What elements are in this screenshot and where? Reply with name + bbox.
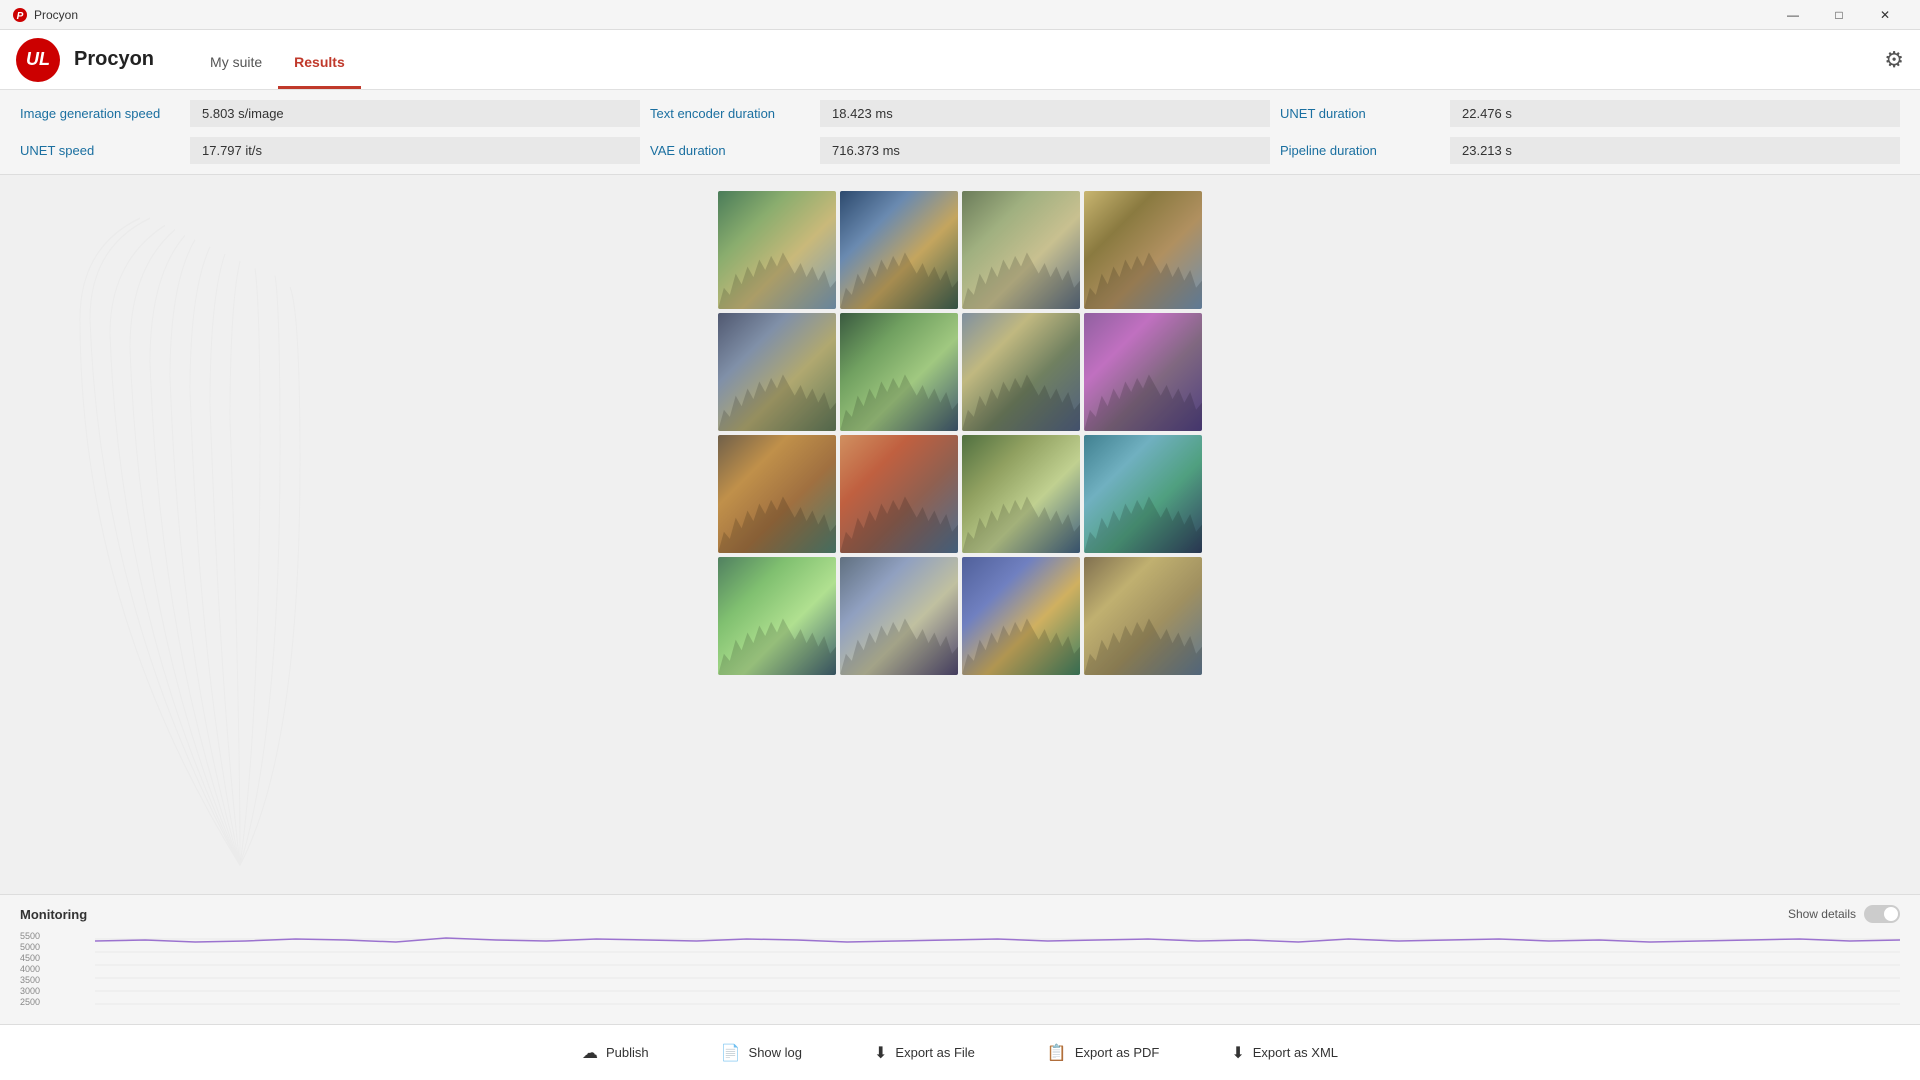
image-cell-5[interactable] xyxy=(718,313,836,431)
app-logo: UL xyxy=(16,38,60,82)
stats-bar: Image generation speed 5.803 s/image Tex… xyxy=(0,90,1920,175)
show-details-label: Show details xyxy=(1788,907,1856,921)
settings-icon[interactable]: ⚙ xyxy=(1884,47,1904,73)
bottom-bar: ☁ Publish 📄 Show log ⬇ Export as File 📋 … xyxy=(0,1024,1920,1080)
window-controls: — □ ✕ xyxy=(1770,0,1908,30)
show-log-button[interactable]: 📄 Show log xyxy=(705,1035,818,1071)
stat-label-image-gen: Image generation speed xyxy=(20,106,180,121)
show-details-control[interactable]: Show details xyxy=(1788,905,1900,923)
stat-unet-speed: UNET speed 17.797 it/s xyxy=(20,137,640,164)
image-cell-6[interactable] xyxy=(840,313,958,431)
monitoring-title: Monitoring xyxy=(20,907,87,922)
export-pdf-icon: 📋 xyxy=(1047,1043,1067,1063)
window-title: Procyon xyxy=(34,8,78,22)
chart-svg-container xyxy=(95,929,1900,1009)
stat-label-unet-speed: UNET speed xyxy=(20,143,180,158)
stat-pipeline-duration: Pipeline duration 23.213 s xyxy=(1280,137,1900,164)
image-cell-4[interactable] xyxy=(1084,191,1202,309)
maximize-button[interactable]: □ xyxy=(1816,0,1862,30)
stat-label-text-encoder: Text encoder duration xyxy=(650,106,810,121)
stat-value-text-encoder: 18.423 ms xyxy=(820,100,1270,127)
chart-area: 5500 5000 4500 4000 3500 3000 2500 xyxy=(20,929,1900,1009)
stat-value-image-gen: 5.803 s/image xyxy=(190,100,640,127)
title-bar: P Procyon — □ ✕ xyxy=(0,0,1920,30)
image-cell-16[interactable] xyxy=(1084,557,1202,675)
tab-results[interactable]: Results xyxy=(278,30,361,89)
stat-image-gen-speed: Image generation speed 5.803 s/image xyxy=(20,100,640,127)
y-label-2: 5000 xyxy=(20,942,90,952)
export-file-button[interactable]: ⬇ Export as File xyxy=(858,1035,991,1071)
stat-text-encoder: Text encoder duration 18.423 ms xyxy=(650,100,1270,127)
y-label-5: 3500 xyxy=(20,975,90,985)
monitoring-section: Monitoring Show details 5500 5000 4500 4… xyxy=(0,894,1920,1024)
y-label-7: 2500 xyxy=(20,997,90,1007)
main-content xyxy=(0,175,1920,894)
stat-vae-duration: VAE duration 716.373 ms xyxy=(650,137,1270,164)
app-bar: UL Procyon My suite Results ⚙ xyxy=(0,30,1920,90)
export-pdf-label: Export as PDF xyxy=(1075,1045,1160,1060)
image-cell-8[interactable] xyxy=(1084,313,1202,431)
export-xml-button[interactable]: ⬇ Export as XML xyxy=(1215,1035,1354,1071)
publish-label: Publish xyxy=(606,1045,649,1060)
show-log-label: Show log xyxy=(749,1045,802,1060)
svg-text:P: P xyxy=(17,11,24,22)
monitoring-header: Monitoring Show details xyxy=(20,905,1900,923)
y-label-6: 3000 xyxy=(20,986,90,996)
stat-label-vae-duration: VAE duration xyxy=(650,143,810,158)
export-xml-icon: ⬇ xyxy=(1231,1043,1244,1063)
export-xml-label: Export as XML xyxy=(1253,1045,1338,1060)
show-details-toggle[interactable] xyxy=(1864,905,1900,923)
image-cell-1[interactable] xyxy=(718,191,836,309)
stat-value-unet-duration: 22.476 s xyxy=(1450,100,1900,127)
close-button[interactable]: ✕ xyxy=(1862,0,1908,30)
image-cell-9[interactable] xyxy=(718,435,836,553)
image-cell-10[interactable] xyxy=(840,435,958,553)
stat-value-vae-duration: 716.373 ms xyxy=(820,137,1270,164)
tab-my-suite[interactable]: My suite xyxy=(194,30,278,89)
image-cell-7[interactable] xyxy=(962,313,1080,431)
stat-unet-duration: UNET duration 22.476 s xyxy=(1280,100,1900,127)
app-name: Procyon xyxy=(74,48,154,71)
image-grid-container xyxy=(0,175,1920,894)
export-file-label: Export as File xyxy=(895,1045,974,1060)
image-cell-13[interactable] xyxy=(718,557,836,675)
image-cell-12[interactable] xyxy=(1084,435,1202,553)
logo-text: UL xyxy=(26,49,50,70)
image-grid xyxy=(718,191,1202,675)
show-log-icon: 📄 xyxy=(721,1043,741,1063)
stat-value-pipeline-duration: 23.213 s xyxy=(1450,137,1900,164)
image-cell-14[interactable] xyxy=(840,557,958,675)
y-label-4: 4000 xyxy=(20,964,90,974)
image-cell-2[interactable] xyxy=(840,191,958,309)
image-cell-11[interactable] xyxy=(962,435,1080,553)
app-icon: P xyxy=(12,7,28,23)
export-pdf-button[interactable]: 📋 Export as PDF xyxy=(1031,1035,1175,1071)
image-cell-15[interactable] xyxy=(962,557,1080,675)
chart-y-labels: 5500 5000 4500 4000 3500 3000 2500 xyxy=(20,929,90,1009)
image-cell-3[interactable] xyxy=(962,191,1080,309)
stat-label-pipeline-duration: Pipeline duration xyxy=(1280,143,1440,158)
stat-value-unet-speed: 17.797 it/s xyxy=(190,137,640,164)
publish-icon: ☁ xyxy=(582,1043,598,1063)
minimize-button[interactable]: — xyxy=(1770,0,1816,30)
monitoring-chart xyxy=(95,929,1900,1009)
nav-tabs: My suite Results xyxy=(194,30,361,89)
export-file-icon: ⬇ xyxy=(874,1043,887,1063)
y-label-1: 5500 xyxy=(20,931,90,941)
stat-label-unet-duration: UNET duration xyxy=(1280,106,1440,121)
y-label-3: 4500 xyxy=(20,953,90,963)
publish-button[interactable]: ☁ Publish xyxy=(566,1035,665,1071)
